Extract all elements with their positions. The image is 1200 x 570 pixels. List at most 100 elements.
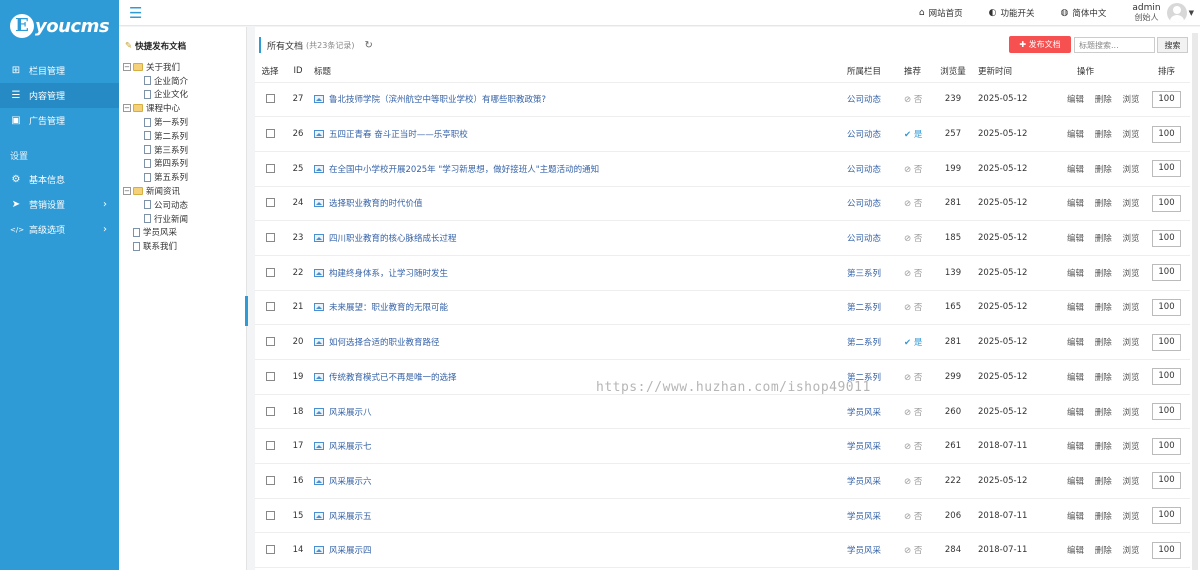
view-link[interactable]: 浏览 [1122, 546, 1139, 556]
top-link-1[interactable]: ◐ 功能开关 [989, 7, 1035, 19]
view-link[interactable]: 浏览 [1122, 269, 1139, 279]
col-views[interactable]: 浏览量 [933, 61, 973, 83]
row-title-link[interactable]: 构建终身体系，让学习随时发生 [329, 267, 448, 279]
sort-order-input[interactable]: 100 [1152, 194, 1181, 212]
edit-link[interactable]: 编辑 [1067, 95, 1084, 105]
row-title-link[interactable]: 风采展示六 [329, 475, 372, 487]
edit-link[interactable]: 编辑 [1067, 130, 1084, 140]
view-link[interactable]: 浏览 [1122, 373, 1139, 383]
edit-link[interactable]: 编辑 [1067, 477, 1084, 487]
edit-link[interactable]: 编辑 [1067, 338, 1084, 348]
view-link[interactable]: 浏览 [1122, 338, 1139, 348]
sidebar-item-2[interactable]: ▣ 广告管理 [0, 108, 119, 133]
row-checkbox[interactable] [265, 545, 275, 555]
collapse-icon[interactable]: − [123, 62, 131, 71]
edit-link[interactable]: 编辑 [1067, 408, 1084, 418]
row-category-link[interactable]: 第三系列 [847, 269, 881, 279]
edit-link[interactable]: 编辑 [1067, 546, 1084, 556]
sort-order-input[interactable]: 100 [1152, 472, 1181, 490]
settings-item-1[interactable]: ➤ 营销设置 › [0, 192, 119, 217]
row-title-link[interactable]: 在全国中小学校开展2025年 "学习新思想，做好接班人"主题活动的通知 [329, 163, 599, 175]
delete-link[interactable]: 删除 [1095, 442, 1112, 452]
panel-resize-handle[interactable] [245, 296, 248, 326]
recommend-toggle[interactable]: ⊘ 否 [904, 165, 922, 175]
view-link[interactable]: 浏览 [1122, 95, 1139, 105]
tree-item[interactable]: 第四系列 [123, 157, 188, 171]
recommend-toggle[interactable]: ⊘ 否 [904, 199, 922, 209]
row-category-link[interactable]: 第二系列 [847, 373, 881, 383]
row-checkbox[interactable] [265, 129, 275, 139]
tree-item[interactable]: 第五系列 [123, 170, 188, 184]
tree-item[interactable]: 公司动态 [123, 198, 188, 212]
sort-order-input[interactable]: 100 [1152, 298, 1181, 316]
view-link[interactable]: 浏览 [1122, 512, 1139, 522]
recommend-toggle[interactable]: ✔ 是 [904, 338, 922, 348]
tree-item[interactable]: 第一系列 [123, 115, 188, 129]
row-checkbox[interactable] [265, 233, 275, 243]
row-category-link[interactable]: 学员风采 [847, 512, 881, 522]
view-link[interactable]: 浏览 [1122, 442, 1139, 452]
sort-order-input[interactable]: 100 [1152, 403, 1181, 421]
sort-order-input[interactable]: 100 [1152, 437, 1181, 455]
row-checkbox[interactable] [265, 441, 275, 451]
edit-link[interactable]: 编辑 [1067, 303, 1084, 313]
edit-link[interactable]: 编辑 [1067, 234, 1084, 244]
row-title-link[interactable]: 风采展示七 [329, 440, 372, 452]
tree-item[interactable]: 第二系列 [123, 129, 188, 143]
tree-folder[interactable]: − 新闻资讯 [123, 184, 188, 198]
tree-item[interactable]: 第三系列 [123, 143, 188, 157]
row-checkbox[interactable] [265, 371, 275, 381]
sort-order-input[interactable]: 100 [1152, 125, 1181, 143]
recommend-toggle[interactable]: ⊘ 否 [904, 234, 922, 244]
menu-toggle-icon[interactable]: ☰ [129, 4, 142, 22]
view-link[interactable]: 浏览 [1122, 130, 1139, 140]
avatar[interactable] [1166, 3, 1187, 23]
view-link[interactable]: 浏览 [1122, 303, 1139, 313]
row-title-link[interactable]: 风采展示四 [329, 544, 372, 556]
row-checkbox[interactable] [265, 475, 275, 485]
row-category-link[interactable]: 公司动态 [847, 199, 881, 209]
user-info[interactable]: admin 创始人 [1132, 3, 1160, 23]
row-category-link[interactable]: 学员风采 [847, 477, 881, 487]
sort-order-input[interactable]: 100 [1152, 264, 1181, 282]
delete-link[interactable]: 删除 [1095, 130, 1112, 140]
settings-item-2[interactable]: </> 高级选项 › [0, 217, 119, 242]
row-title-link[interactable]: 传统教育模式已不再是唯一的选择 [329, 371, 457, 383]
recommend-toggle[interactable]: ✔ 是 [904, 130, 922, 140]
scrollbar[interactable] [1192, 33, 1198, 570]
view-link[interactable]: 浏览 [1122, 165, 1139, 175]
view-link[interactable]: 浏览 [1122, 199, 1139, 209]
delete-link[interactable]: 删除 [1095, 512, 1112, 522]
sort-order-input[interactable]: 100 [1152, 229, 1181, 247]
edit-link[interactable]: 编辑 [1067, 165, 1084, 175]
tree-item[interactable]: 学员风采 [123, 226, 188, 240]
settings-item-0[interactable]: ⚙ 基本信息 [0, 167, 119, 192]
edit-link[interactable]: 编辑 [1067, 442, 1084, 452]
recommend-toggle[interactable]: ⊘ 否 [904, 373, 922, 383]
row-checkbox[interactable] [265, 337, 275, 347]
row-category-link[interactable]: 学员风采 [847, 442, 881, 452]
col-id[interactable]: ID [285, 61, 311, 83]
collapse-icon[interactable]: − [123, 187, 131, 196]
delete-link[interactable]: 删除 [1095, 199, 1112, 209]
tree-folder[interactable]: − 课程中心 [123, 101, 188, 115]
sort-order-input[interactable]: 100 [1152, 333, 1181, 351]
recommend-toggle[interactable]: ⊘ 否 [904, 269, 922, 279]
row-category-link[interactable]: 公司动态 [847, 234, 881, 244]
row-category-link[interactable]: 第二系列 [847, 338, 881, 348]
delete-link[interactable]: 删除 [1095, 269, 1112, 279]
row-checkbox[interactable] [265, 510, 275, 520]
row-title-link[interactable]: 风采展示五 [329, 510, 372, 522]
view-link[interactable]: 浏览 [1122, 408, 1139, 418]
row-title-link[interactable]: 四川职业教育的核心脉络成长过程 [329, 232, 457, 244]
sort-order-input[interactable]: 100 [1152, 368, 1181, 386]
recommend-toggle[interactable]: ⊘ 否 [904, 303, 922, 313]
row-checkbox[interactable] [265, 94, 275, 104]
recommend-toggle[interactable]: ⊘ 否 [904, 442, 922, 452]
recommend-toggle[interactable]: ⊘ 否 [904, 95, 922, 105]
sort-order-input[interactable]: 100 [1152, 90, 1181, 108]
tree-folder[interactable]: − 关于我们 [123, 60, 188, 74]
row-checkbox[interactable] [265, 163, 275, 173]
row-checkbox[interactable] [265, 267, 275, 277]
search-button[interactable]: 搜索 [1157, 37, 1188, 53]
